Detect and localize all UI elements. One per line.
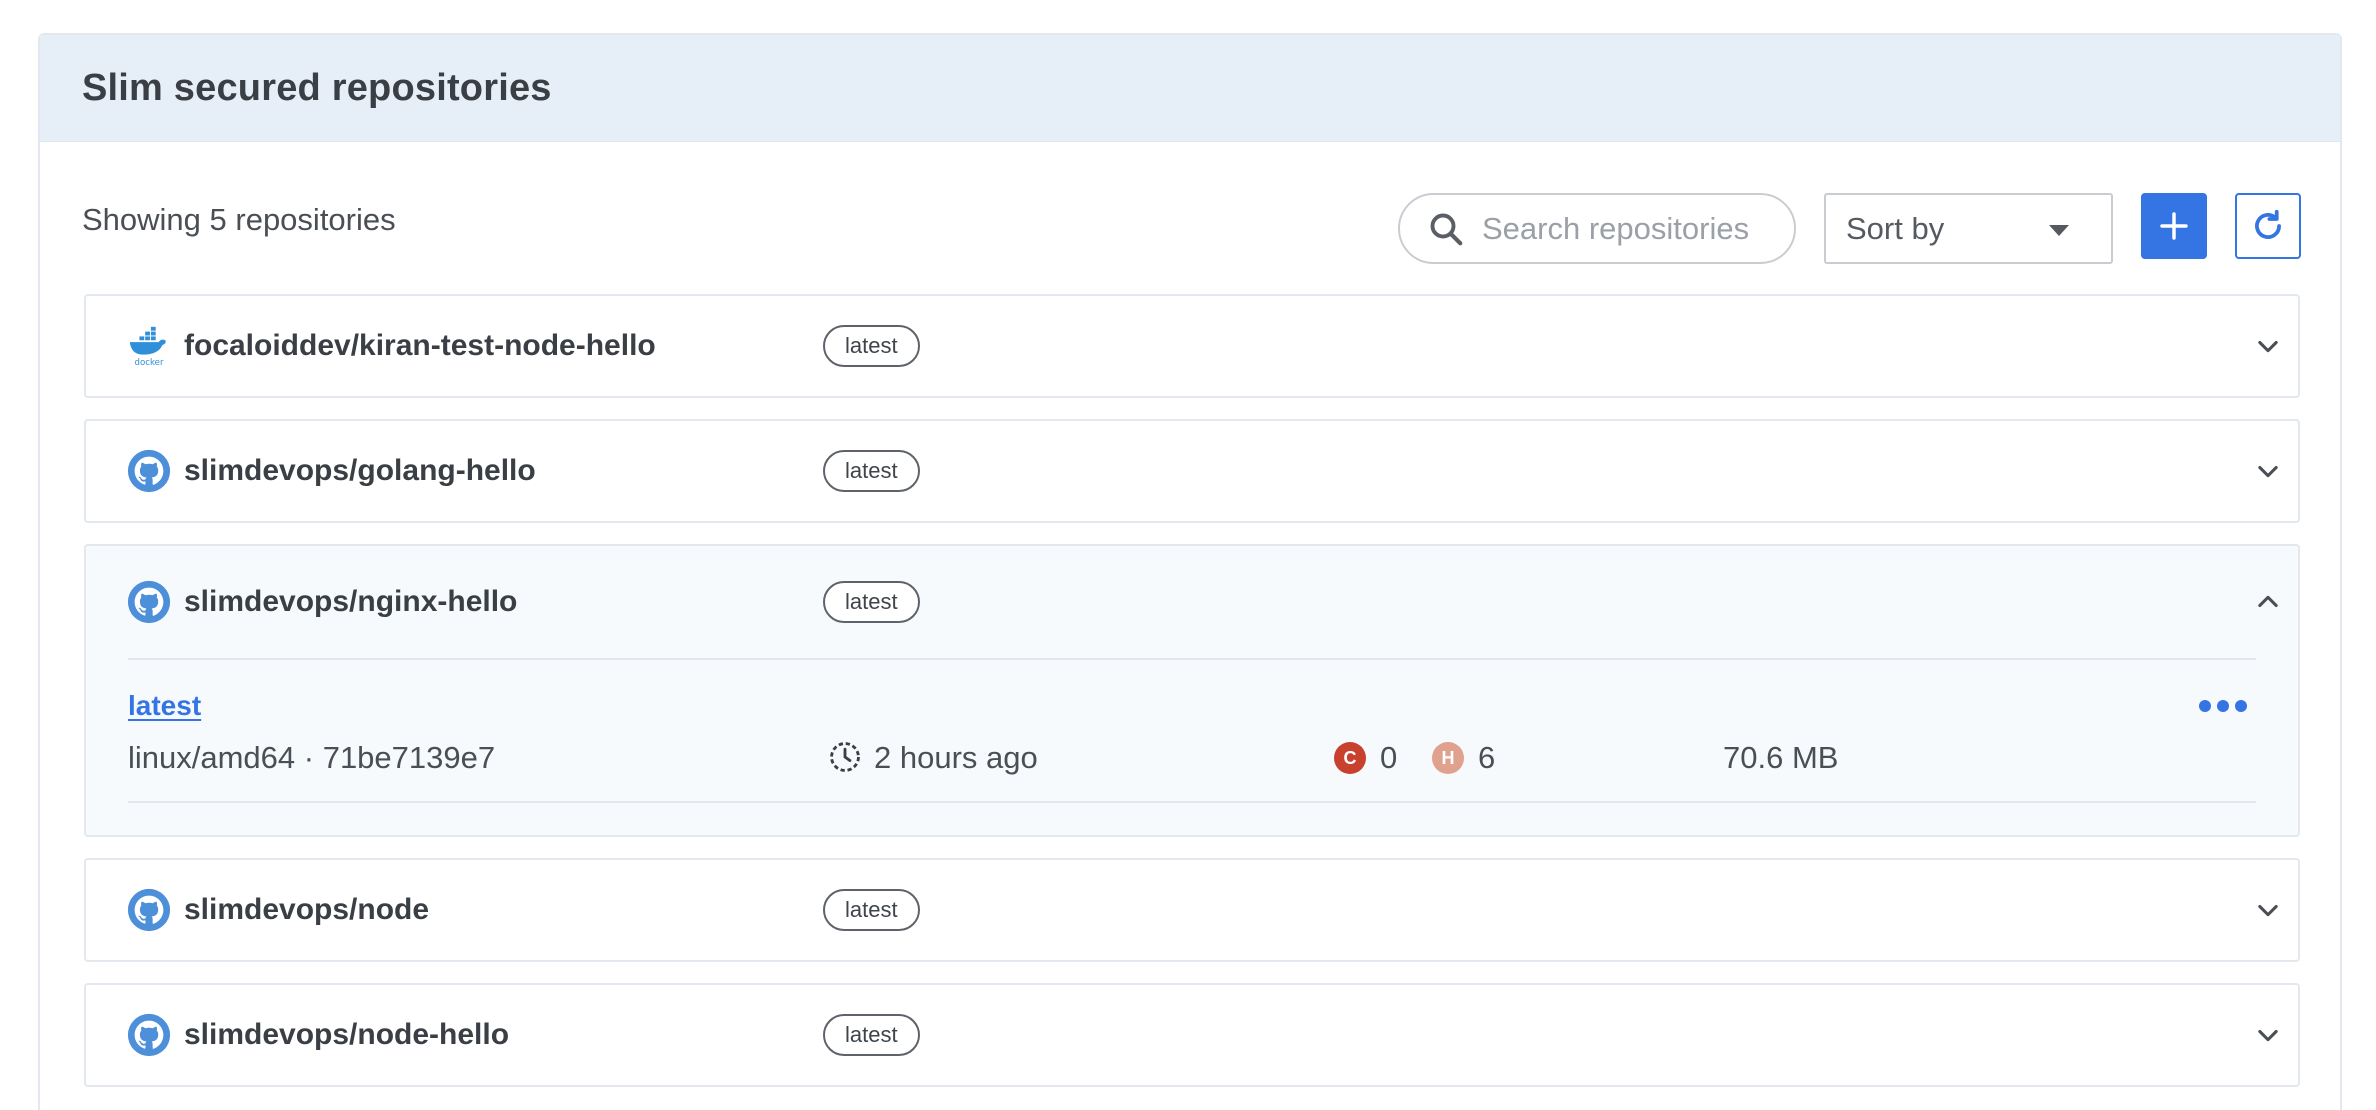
chevron-down-icon[interactable] [2254,332,2282,360]
repo-row-header[interactable]: slimdevops/golang-hello latest [86,421,2298,521]
chevron-up-icon[interactable] [2254,588,2282,616]
repo-tag-badge: latest [823,1014,920,1056]
repo-card: slimdevops/node-hello latest [84,983,2300,1087]
toolbar: Showing 5 repositories Sort by [40,142,2340,302]
repo-row-header[interactable]: slimdevops/nginx-hello latest [86,546,2298,658]
search-box[interactable] [1398,193,1796,264]
sort-by-select[interactable]: Sort by [1824,193,2113,264]
chevron-down-icon[interactable] [2254,896,2282,924]
detail-divider [128,801,2256,803]
chevron-down-icon[interactable] [2254,1021,2282,1049]
clock-icon [830,742,860,772]
search-input[interactable] [1482,210,1782,247]
repo-row-header[interactable]: docker focaloiddev/kiran-test-node-hello… [86,296,2298,396]
caret-down-icon [2049,225,2069,236]
add-repository-button[interactable] [2141,193,2207,259]
svg-text:docker: docker [135,358,164,368]
high-count: 6 [1478,740,1496,775]
repo-name[interactable]: slimdevops/golang-hello [184,454,536,488]
repo-name[interactable]: slimdevops/node-hello [184,1018,509,1052]
repo-name[interactable]: focaloiddev/kiran-test-node-hello [184,329,656,363]
critical-count: 0 [1380,740,1398,775]
repo-name[interactable]: slimdevops/nginx-hello [184,585,517,619]
github-icon [127,580,171,624]
image-size: 70.6 MB [1723,740,1839,775]
image-scanned-time: 2 hours ago [874,740,1038,775]
repo-card: docker focaloiddev/kiran-test-node-hello… [84,294,2300,398]
panel-title: Slim secured repositories [82,66,552,109]
refresh-icon [2255,209,2281,239]
refresh-button[interactable] [2235,193,2301,259]
github-icon [127,888,171,932]
plus-icon [2160,212,2188,240]
repo-card-expanded: slimdevops/nginx-hello latest latest lin… [84,544,2300,837]
chevron-down-icon[interactable] [2254,457,2282,485]
repository-count: Showing 5 repositories [82,202,396,237]
repositories-panel: Slim secured repositories Showing 5 repo… [38,33,2342,1110]
repo-tag-badge: latest [823,889,920,931]
image-tag-link[interactable]: latest [128,690,201,722]
repo-card: slimdevops/node latest [84,858,2300,962]
repo-row-header[interactable]: slimdevops/node latest [86,860,2298,960]
more-options-icon[interactable] [2198,698,2248,714]
repo-card: slimdevops/golang-hello latest [84,419,2300,523]
github-icon [127,449,171,493]
critical-badge: C [1334,742,1366,774]
image-detail-row: latest linux/amd64 · 71be7139e7 2 hours … [128,658,2256,803]
image-platform-digest: linux/amd64 · 71be7139e7 [128,740,496,775]
github-icon [127,1013,171,1057]
repo-tag-badge: latest [823,325,920,367]
search-icon [1430,213,1463,245]
repo-row-header[interactable]: slimdevops/node-hello latest [86,985,2298,1085]
docker-icon: docker [129,326,166,368]
sort-by-label: Sort by [1846,210,1945,246]
repo-tag-badge: latest [823,450,920,492]
repo-tag-badge: latest [823,581,920,623]
repo-name[interactable]: slimdevops/node [184,893,429,927]
high-badge: H [1432,742,1464,774]
panel-header: Slim secured repositories [40,35,2340,142]
